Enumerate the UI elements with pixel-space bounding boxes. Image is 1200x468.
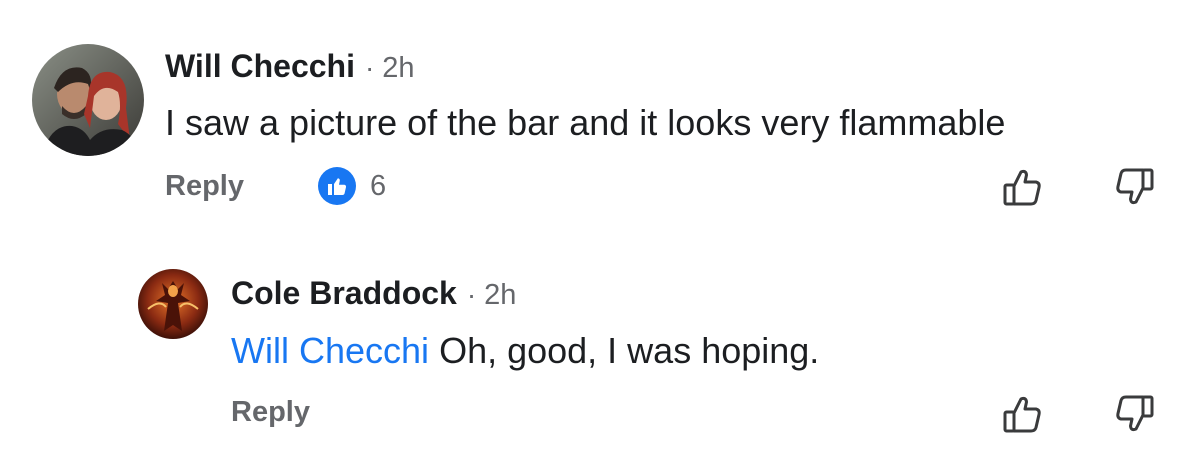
author-name[interactable]: Cole Braddock bbox=[231, 275, 457, 312]
thumbs-up-outline-icon[interactable] bbox=[1000, 392, 1044, 436]
separator-dot: · bbox=[466, 279, 477, 310]
comment-header: Cole Braddock · 2h bbox=[231, 275, 516, 312]
reply-button[interactable]: Reply bbox=[231, 396, 310, 429]
author-name[interactable]: Will Checchi bbox=[165, 48, 355, 85]
profile-photo bbox=[32, 44, 144, 156]
avatar[interactable] bbox=[32, 44, 144, 156]
avatar[interactable] bbox=[138, 269, 208, 339]
thumbs-up-outline-icon[interactable] bbox=[1000, 165, 1044, 209]
comment-thread: Will Checchi · 2h I saw a picture of the… bbox=[0, 0, 1200, 468]
timestamp[interactable]: 2h bbox=[382, 52, 414, 85]
comment-text: I saw a picture of the bar and it looks … bbox=[165, 102, 1005, 144]
thumbs-down-outline-icon[interactable] bbox=[1113, 392, 1157, 436]
like-count: 6 bbox=[370, 169, 387, 202]
reply-button[interactable]: Reply bbox=[165, 170, 244, 203]
separator-dot: · bbox=[364, 52, 375, 83]
comment-text: Will Checchi Oh, good, I was hoping. bbox=[231, 330, 819, 372]
thumbs-up-icon bbox=[318, 167, 356, 205]
thumbs-down-outline-icon[interactable] bbox=[1113, 165, 1157, 209]
timestamp[interactable]: 2h bbox=[484, 279, 516, 312]
mention-link[interactable]: Will Checchi bbox=[231, 330, 429, 371]
comment-body: Oh, good, I was hoping. bbox=[439, 330, 820, 371]
comment-body: I saw a picture of the bar and it looks … bbox=[165, 102, 1006, 143]
comment-header: Will Checchi · 2h bbox=[165, 48, 415, 85]
reaction-summary[interactable]: 6 bbox=[318, 167, 386, 205]
profile-photo bbox=[138, 269, 208, 339]
